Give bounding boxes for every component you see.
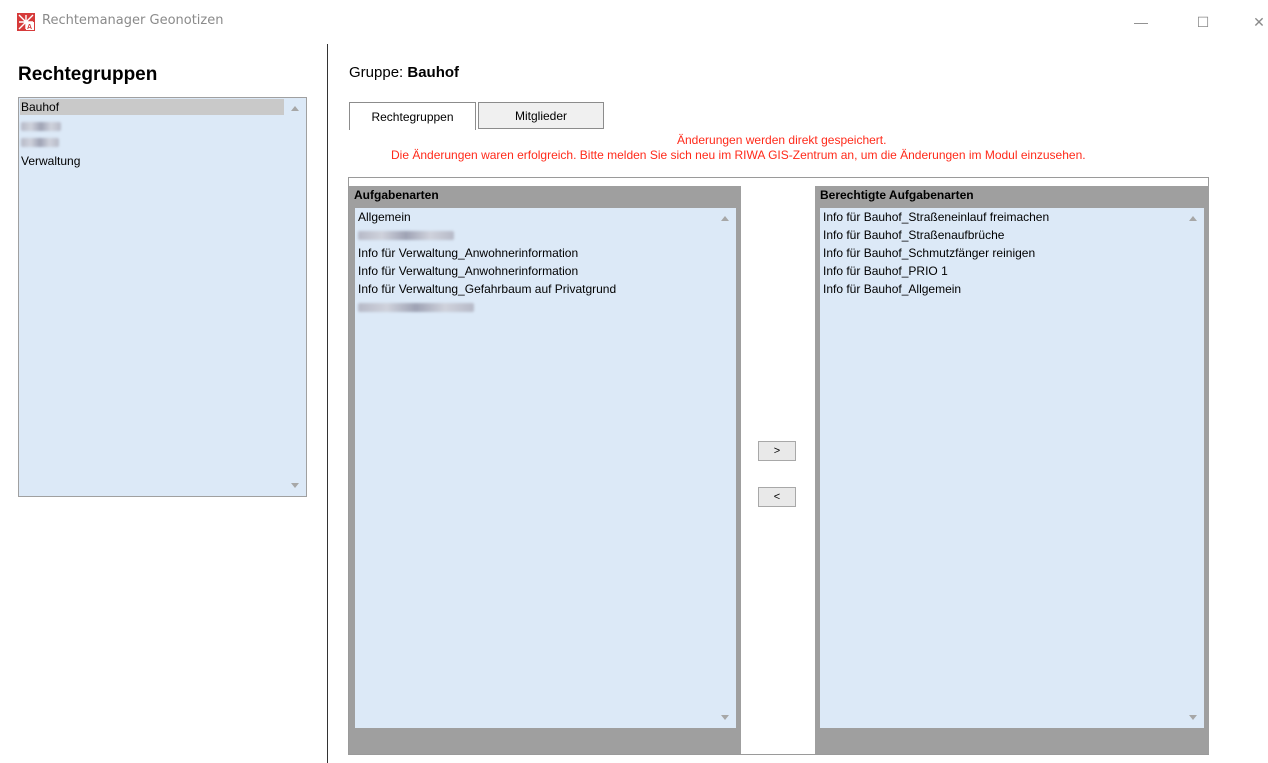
group-list-scrollbar[interactable] [284,98,306,496]
group-item-hidden-1[interactable] [20,118,285,134]
sidebar-heading: Rechtegruppen [18,64,158,85]
title-bar: A Rechtemanager Geonotizen — ☐ ✕ [0,0,1268,44]
group-prefix: Gruppe: [349,64,404,81]
list-item[interactable] [355,226,454,244]
blurred-text [358,231,454,241]
tab-rechtegruppen[interactable]: Rechtegruppen [349,102,476,130]
maximize-button[interactable]: ☐ [1180,0,1226,44]
scroll-down-icon[interactable] [1189,715,1197,720]
close-button[interactable]: ✕ [1236,0,1268,44]
list-item[interactable]: Info für Bauhof_Schmutzfänger reinigen [820,244,1035,262]
autosave-notice: Änderungen werden direkt gespeichert. [677,133,887,147]
window-title: Rechtemanager Geonotizen [42,13,224,28]
list-item[interactable]: Info für Verwaltung_Gefahrbaum auf Priva… [355,280,616,298]
scroll-up-icon[interactable] [1189,216,1197,221]
sidebar: Rechtegruppen Bauhof Verwaltung [0,44,328,763]
success-notice: Die Änderungen waren erfolgreich. Bitte … [391,148,1086,162]
scroll-up-icon[interactable] [721,216,729,221]
group-item-label: Bauhof [21,100,60,114]
blurred-text [21,138,59,148]
list-item[interactable]: Info für Bauhof_PRIO 1 [820,262,948,280]
list-item[interactable]: Info für Bauhof_Straßeneinlauf freimache… [820,208,1049,226]
list-item[interactable]: Allgemein [355,208,411,226]
scroll-down-icon[interactable] [291,483,299,488]
list-item[interactable]: Info für Verwaltung_Anwohnerinformation [355,262,578,280]
authorized-tasks-panel: Berechtigte Aufgabenarten Info für Bauho… [815,186,1209,754]
add-task-button[interactable]: > [758,441,796,461]
minimize-button[interactable]: — [1118,0,1164,44]
scroll-up-icon[interactable] [291,106,299,111]
authorized-tasks-scrollbar[interactable] [1182,208,1204,728]
list-item[interactable]: Info für Bauhof_Allgemein [820,280,961,298]
group-name: Bauhof [407,64,460,81]
list-item[interactable]: Info für Verwaltung_Anwohnerinformation [355,244,578,262]
group-item-label: Verwaltung [21,154,81,168]
available-tasks-list[interactable]: Allgemein Info für Verwaltung_Anwohnerin… [355,208,736,728]
list-item[interactable] [355,298,474,316]
current-group-label: Gruppe: Bauhof [349,64,459,81]
group-list[interactable]: Bauhof Verwaltung [18,97,307,497]
remove-task-button[interactable]: < [758,487,796,507]
blurred-text [358,303,474,313]
list-item[interactable]: Info für Bauhof_Straßenaufbrüche [820,226,1004,244]
scroll-down-icon[interactable] [721,715,729,720]
group-item-verwaltung[interactable]: Verwaltung [20,153,285,169]
svg-text:A: A [27,24,32,31]
available-tasks-scrollbar[interactable] [714,208,736,728]
authorized-tasks-header: Berechtigte Aufgabenarten [820,188,974,202]
tab-mitglieder[interactable]: Mitglieder [478,102,604,129]
group-item-bauhof[interactable]: Bauhof [20,99,285,115]
available-tasks-panel: Aufgabenarten Allgemein Info für Verwalt… [349,186,741,754]
group-item-hidden-2[interactable] [20,134,285,150]
app-logo-icon: A [17,13,35,31]
authorized-tasks-list[interactable]: Info für Bauhof_Straßeneinlauf freimache… [820,208,1204,728]
blurred-text [21,122,61,132]
available-tasks-header: Aufgabenarten [354,188,439,202]
